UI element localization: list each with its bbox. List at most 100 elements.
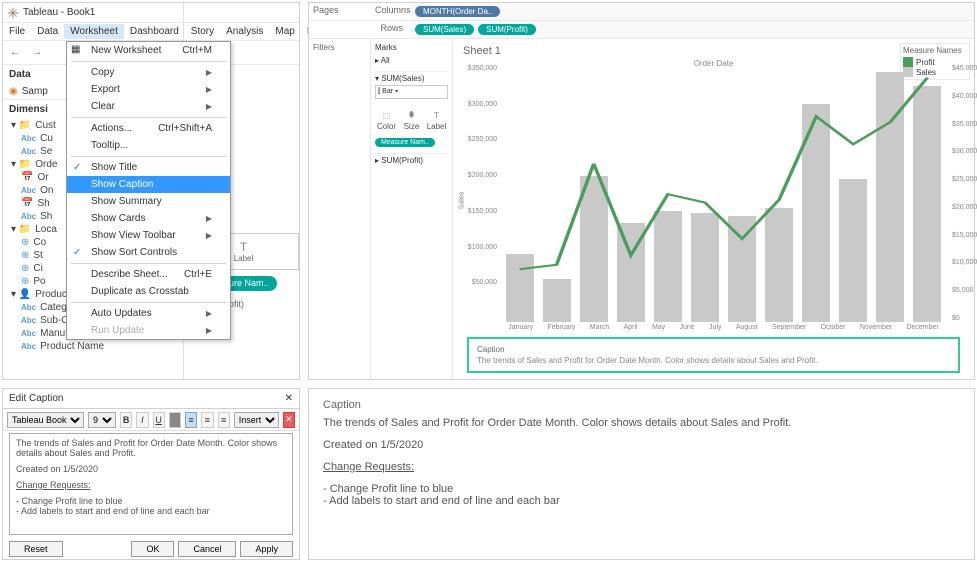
menu-show-caption[interactable]: Show Caption xyxy=(67,176,230,193)
dialog-title: Edit Caption xyxy=(9,393,63,404)
bar xyxy=(691,213,719,322)
align-left-button[interactable]: ≡ xyxy=(185,412,197,428)
caption-preview-panel: Caption The trends of Sales and Profit f… xyxy=(308,388,975,560)
bar xyxy=(580,176,608,322)
edit-caption-dialog: Edit Caption ✕ Tableau Book 9 B I U ≡ ≡ … xyxy=(2,388,300,560)
chart-canvas: Measure Names Profit Sales Sheet 1 Order… xyxy=(453,39,974,379)
columns-label: Columns xyxy=(371,3,411,20)
new-sheet-icon: ▦ xyxy=(71,44,85,58)
format-toolbar: Tableau Book 9 B I U ≡ ≡ ≡ Insert ✕ xyxy=(3,409,299,431)
bar xyxy=(543,279,571,322)
back-icon[interactable]: ← xyxy=(7,45,23,61)
bar xyxy=(839,179,867,322)
menu-duplicate-crosstab[interactable]: Duplicate as Crosstab xyxy=(67,283,230,300)
cancel-button[interactable]: Cancel xyxy=(178,541,236,557)
menu-show-title[interactable]: ✓Show Title xyxy=(67,159,230,176)
submenu-arrow-icon: ▶ xyxy=(206,309,212,318)
submenu-arrow-icon: ▶ xyxy=(206,231,212,240)
menu-show-summary[interactable]: Show Summary xyxy=(67,193,230,210)
bar xyxy=(617,223,645,322)
bar xyxy=(765,208,793,322)
tableau-app-window: Tableau - Book1 File Data Worksheet Dash… xyxy=(2,2,300,380)
italic-button[interactable]: I xyxy=(136,412,148,428)
menu-export[interactable]: Export▶ xyxy=(67,81,230,98)
date-icon: 📅 xyxy=(21,172,33,183)
caption-line1: The trends of Sales and Profit for Order… xyxy=(323,417,960,429)
align-center-button[interactable]: ≡ xyxy=(201,412,213,428)
clear-format-button[interactable]: ✕ xyxy=(283,412,295,428)
font-select[interactable]: Tableau Book xyxy=(7,412,84,428)
insert-select[interactable]: Insert xyxy=(234,412,279,428)
menu-run-update: Run Update▶ xyxy=(67,322,230,339)
sheet-title: Sheet 1 xyxy=(461,43,966,59)
caption-editor[interactable]: The trends of Sales and Profit for Order… xyxy=(9,433,293,535)
change-request-2: - Add labels to start and end of line an… xyxy=(323,495,960,507)
menu-show-view-toolbar[interactable]: Show View Toolbar▶ xyxy=(67,227,230,244)
mark-type-select[interactable]: ⫿ Bar ▾ xyxy=(375,85,448,99)
x-axis: JanuaryFebruaryMarchAprilMayJuneJulyAugu… xyxy=(501,324,946,331)
globe-icon: ⊕ xyxy=(21,237,29,248)
submenu-arrow-icon: ▶ xyxy=(206,102,212,111)
menu-show-sort[interactable]: ✓Show Sort Controls xyxy=(67,244,230,261)
filters-label: Filters xyxy=(309,39,371,379)
forward-icon[interactable]: → xyxy=(29,45,45,61)
tableau-logo-icon xyxy=(7,7,19,19)
database-icon: ◉ xyxy=(9,86,18,97)
submenu-arrow-icon: ▶ xyxy=(206,326,212,335)
pill-month[interactable]: MONTH(Order Da.. xyxy=(415,6,500,17)
close-icon[interactable]: ✕ xyxy=(285,393,293,404)
submenu-arrow-icon: ▶ xyxy=(206,214,212,223)
globe-icon: ⊕ xyxy=(21,263,29,274)
bar xyxy=(913,86,941,322)
bar xyxy=(802,104,830,322)
bar xyxy=(876,72,904,322)
ok-button[interactable]: OK xyxy=(131,541,174,557)
caption-line2: Created on 1/5/2020 xyxy=(323,439,960,451)
apply-button[interactable]: Apply xyxy=(240,541,293,557)
menu-copy[interactable]: Copy▶ xyxy=(67,64,230,81)
caption-box[interactable]: Caption The trends of Sales and Profit f… xyxy=(467,337,960,373)
color-icon: ⬚ xyxy=(376,108,397,122)
menu-clear[interactable]: Clear▶ xyxy=(67,98,230,115)
pill-sum-profit[interactable]: SUM(Profit) xyxy=(478,24,536,35)
bold-button[interactable]: B xyxy=(120,412,132,428)
mark-label[interactable]: TLabel xyxy=(425,103,448,136)
label-icon: T xyxy=(426,108,447,122)
menu-auto-updates[interactable]: Auto Updates▶ xyxy=(67,305,230,322)
align-right-button[interactable]: ≡ xyxy=(218,412,230,428)
checkmark-icon: ✓ xyxy=(73,162,81,173)
menu-actions[interactable]: Actions...Ctrl+Shift+A xyxy=(67,120,230,137)
pill-measure-names-mark[interactable]: Measure Nam.. xyxy=(375,138,435,147)
submenu-arrow-icon: ▶ xyxy=(206,68,212,77)
bar xyxy=(728,216,756,322)
mark-size[interactable]: ⬮Size xyxy=(400,103,423,136)
reset-button[interactable]: Reset xyxy=(9,541,63,557)
marks-card: Marks ▸ All ▾ SUM(Sales) ⫿ Bar ▾ ⬚Color … xyxy=(371,39,453,379)
caption-preview-title: Caption xyxy=(323,399,960,411)
rows-shelf[interactable]: SUM(Sales) SUM(Profit) xyxy=(411,21,974,38)
menu-show-cards[interactable]: Show Cards▶ xyxy=(67,210,230,227)
menu-file[interactable]: File xyxy=(3,24,31,39)
worksheet-dropdown: ▦New WorksheetCtrl+M Copy▶ Export▶ Clear… xyxy=(66,41,231,340)
size-select[interactable]: 9 xyxy=(88,412,116,428)
date-icon: 📅 xyxy=(21,198,33,209)
menu-data[interactable]: Data xyxy=(31,24,64,39)
worksheet-view: Pages Columns MONTH(Order Da.. Rows SUM(… xyxy=(308,2,975,380)
checkmark-icon: ✓ xyxy=(73,247,81,258)
field-productname[interactable]: AbcProduct Name xyxy=(3,340,183,353)
y-axis: $50,000$100,000$150,000$200,000$250,000$… xyxy=(463,72,499,322)
menu-new-worksheet[interactable]: ▦New WorksheetCtrl+M xyxy=(67,42,230,59)
underline-button[interactable]: U xyxy=(153,412,165,428)
color-button[interactable] xyxy=(169,412,181,428)
change-request-1: - Change Profit line to blue xyxy=(323,483,960,495)
mark-color[interactable]: ⬚Color xyxy=(375,103,398,136)
pill-sum-sales[interactable]: SUM(Sales) xyxy=(415,24,474,35)
menu-tooltip[interactable]: Tooltip... xyxy=(67,137,230,154)
pages-shelf-label: Pages xyxy=(309,3,371,20)
legend-swatch-profit xyxy=(903,57,913,67)
menu-worksheet[interactable]: Worksheet xyxy=(64,24,124,39)
columns-shelf[interactable]: MONTH(Order Da.. xyxy=(411,3,974,20)
y-axis-secondary: $0$5,000$10,000$15,000$20,000$25,000$30,… xyxy=(950,72,977,322)
menu-dashboard[interactable]: Dashboard xyxy=(124,24,185,39)
menu-describe-sheet[interactable]: Describe Sheet...Ctrl+E xyxy=(67,266,230,283)
